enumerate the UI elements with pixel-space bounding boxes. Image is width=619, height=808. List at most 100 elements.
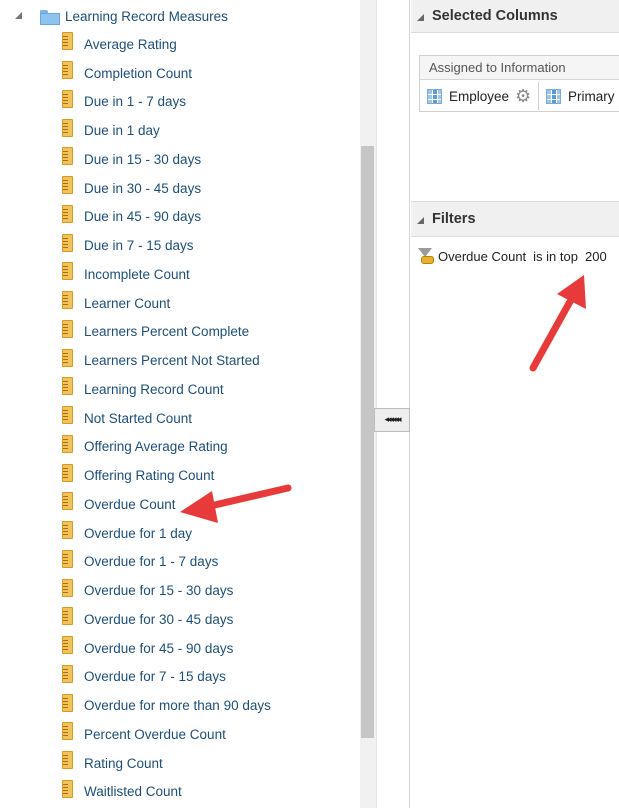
- tree-item-measure[interactable]: Average Rating: [62, 30, 271, 59]
- tree-item-label: Completion Count: [84, 65, 193, 81]
- filters-header[interactable]: Filters: [411, 201, 619, 237]
- tree-item-measure[interactable]: Overdue for 45 - 90 days: [62, 634, 271, 663]
- tree-item-measure[interactable]: Due in 15 - 30 days: [62, 145, 271, 174]
- tree-item-measure[interactable]: Overdue for 15 - 30 days: [62, 576, 271, 605]
- ruler-measure-icon: [62, 291, 73, 310]
- tree-item-measure[interactable]: Overdue for 1 - 7 days: [62, 548, 271, 577]
- tree-item-label: Incomplete Count: [84, 266, 190, 282]
- tree-item-label: Due in 30 - 45 days: [84, 180, 202, 196]
- move-to-criteria-button[interactable]: ◂◂◂◂◂◂: [374, 408, 410, 432]
- ruler-measure-icon: [62, 32, 73, 51]
- tree-item-measure[interactable]: Due in 1 day: [62, 116, 271, 145]
- tree-item-label: Average Rating: [84, 36, 177, 52]
- ruler-measure-icon: [62, 406, 73, 425]
- tree-item-label: Percent Overdue Count: [84, 726, 226, 742]
- tree-item-label: Overdue for 1 day: [84, 525, 193, 541]
- ruler-measure-icon: [62, 176, 73, 195]
- ruler-measure-icon: [62, 521, 73, 540]
- tree-item-measure[interactable]: Overdue for more than 90 days: [62, 691, 271, 720]
- tree-item-measure[interactable]: Not Started Count: [62, 404, 271, 433]
- tree-item-label: Overdue for 1 - 7 days: [84, 554, 219, 570]
- tree-item-label: Overdue for 30 - 45 days: [84, 611, 234, 627]
- filter-column-name[interactable]: Overdue Count: [438, 249, 526, 264]
- filters-title: Filters: [432, 211, 476, 227]
- tree-item-measure[interactable]: Learner Count: [62, 289, 271, 318]
- tree-item-measure[interactable]: Learners Percent Complete: [62, 318, 271, 347]
- ruler-measure-icon: [62, 693, 73, 712]
- tree-item-label: Waitlisted Count: [84, 784, 182, 800]
- tree-item-measure[interactable]: Due in 7 - 15 days: [62, 231, 271, 260]
- ruler-measure-icon: [62, 434, 73, 453]
- filter-key-icon: [417, 248, 434, 264]
- tree-item-label: Due in 1 day: [84, 123, 160, 139]
- column-primary[interactable]: Primary: [546, 82, 619, 110]
- ruler-measure-icon: [62, 118, 73, 137]
- tree-item-measure[interactable]: Offering Average Rating: [62, 433, 271, 462]
- grid-icon: [546, 88, 561, 104]
- ruler-measure-icon: [62, 751, 73, 770]
- tree-item-measure[interactable]: Learning Record Count: [62, 375, 271, 404]
- tree-item-label: Learner Count: [84, 295, 171, 311]
- ruler-measure-icon: [62, 61, 73, 80]
- tree-item-measure[interactable]: Percent Overdue Count: [62, 720, 271, 749]
- tree-item-label: Learners Percent Complete: [84, 324, 250, 340]
- tree-item-measure[interactable]: Rating Count: [62, 749, 271, 778]
- tree-item-measure[interactable]: Incomplete Count: [62, 260, 271, 289]
- tree-item-measure[interactable]: Overdue for 1 day: [62, 519, 271, 548]
- tree-item-measure[interactable]: Overdue Count: [62, 490, 271, 519]
- tree-item-measure[interactable]: Completion Count: [62, 59, 271, 88]
- tree-item-measure[interactable]: Overdue for 30 - 45 days: [62, 605, 271, 634]
- tree-item-label: Learning Record Count: [84, 381, 224, 397]
- tree-item-measure[interactable]: Overdue for 7 - 15 days: [62, 663, 271, 692]
- column-group-label: Assigned to Information: [420, 56, 619, 80]
- tree-item-measure[interactable]: Learners Percent Not Started: [62, 346, 271, 375]
- collapse-triangle-icon[interactable]: [14, 11, 24, 21]
- tree-item-measure[interactable]: Offering Rating Count: [62, 461, 271, 490]
- ruler-measure-icon: [62, 549, 73, 568]
- tree-item-label: Overdue Count: [84, 496, 176, 512]
- tree-item-label: Due in 15 - 30 days: [84, 151, 202, 167]
- grid-icon: [427, 88, 442, 104]
- subject-area-tree: Learning Record Measures Average Rating C…: [0, 0, 376, 808]
- column-employee-label: Employee: [449, 88, 510, 104]
- selected-columns-header[interactable]: Selected Columns: [411, 0, 619, 33]
- tree-item-label: Learners Percent Not Started: [84, 353, 260, 369]
- ruler-measure-icon: [62, 779, 73, 798]
- tree-item-label: Overdue for 15 - 30 days: [84, 583, 234, 599]
- tree-root-label: Learning Record Measures: [65, 8, 228, 24]
- column-group-assigned-to-information: Assigned to Information Employee ⚙ Prima…: [419, 55, 619, 112]
- tree-item-label: Offering Rating Count: [84, 468, 215, 484]
- tree-item-label: Offering Average Rating: [84, 439, 228, 455]
- ruler-measure-icon: [62, 262, 73, 281]
- gear-icon[interactable]: ⚙: [515, 87, 534, 106]
- filter-value: 200: [584, 248, 607, 264]
- ruler-measure-icon: [62, 492, 73, 511]
- ruler-measure-icon: [62, 578, 73, 597]
- ruler-measure-icon: [62, 348, 73, 367]
- ruler-measure-icon: [62, 233, 73, 252]
- tree-item-measure[interactable]: Waitlisted Count: [62, 778, 271, 807]
- ruler-measure-icon: [62, 636, 73, 655]
- tree-scrollbar-thumb[interactable]: [361, 146, 374, 738]
- ruler-measure-icon: [62, 722, 73, 741]
- ruler-measure-icon: [62, 89, 73, 108]
- ruler-measure-icon: [62, 147, 73, 166]
- collapse-triangle-icon[interactable]: [417, 13, 424, 21]
- filter-overdue-count[interactable]: Overdue Count is in top 200: [417, 246, 607, 266]
- tree-item-measure[interactable]: Due in 1 - 7 days: [62, 88, 271, 117]
- collapse-triangle-icon[interactable]: [417, 216, 424, 224]
- ruler-measure-icon: [62, 204, 73, 223]
- tree-item-label: Overdue for 45 - 90 days: [84, 640, 234, 656]
- criteria-panel: Selected Columns Assigned to Information…: [411, 0, 619, 808]
- tree-root-learning-record-measures[interactable]: Learning Record Measures: [14, 6, 228, 26]
- tree-item-label: Not Started Count: [84, 410, 193, 426]
- column-employee[interactable]: Employee ⚙: [427, 82, 539, 110]
- tree-item-measure[interactable]: Due in 45 - 90 days: [62, 203, 271, 232]
- filter-operator: is in top: [533, 248, 578, 264]
- ruler-measure-icon: [62, 607, 73, 626]
- ruler-measure-icon: [62, 463, 73, 482]
- column-primary-label: Primary: [568, 88, 615, 104]
- panel-splitter: [376, 0, 410, 808]
- tree-item-measure[interactable]: Due in 30 - 45 days: [62, 174, 271, 203]
- tree-item-label: Due in 45 - 90 days: [84, 209, 202, 225]
